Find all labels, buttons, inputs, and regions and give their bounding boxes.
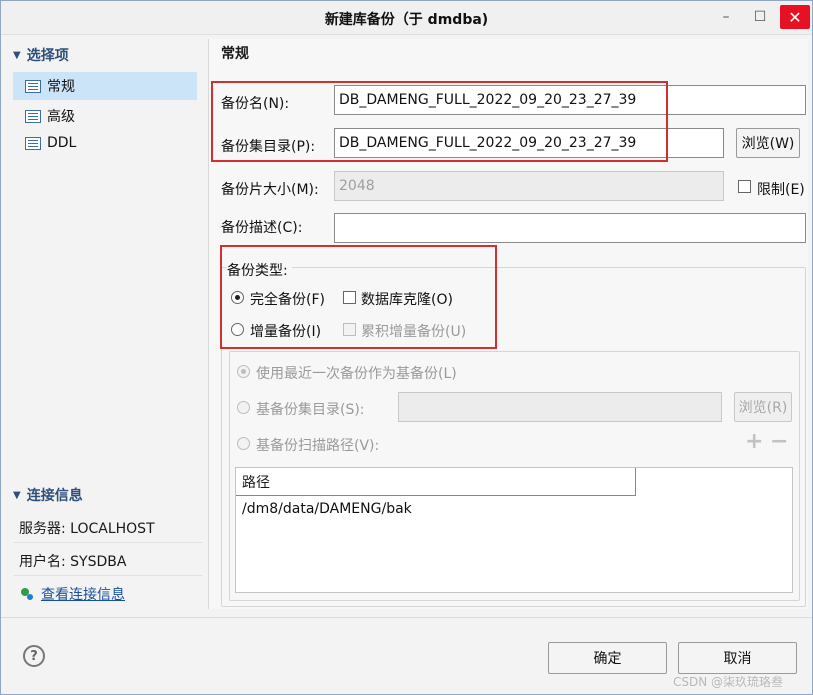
page-icon — [25, 136, 41, 150]
scan-path-radio[interactable] — [237, 437, 250, 450]
highlight-box — [220, 245, 497, 349]
watermark: CSDN @柒玖琉珞叁 — [673, 675, 784, 689]
remove-path-button[interactable]: − — [770, 429, 788, 454]
sidebar-item-label: DDL — [47, 135, 77, 151]
connection-header-label: 连接信息 — [26, 488, 83, 504]
footer-divider — [1, 617, 812, 618]
user-info: 用户名: SYSDBA — [13, 546, 203, 576]
sidebar-item-ddl[interactable]: DDL — [13, 129, 197, 157]
server-info: 服务器: LOCALHOST — [13, 513, 203, 543]
sidebar-item-label: 高级 — [47, 109, 75, 125]
browse-button[interactable]: 浏览(W) — [736, 128, 800, 158]
sidebar: ▼ 选择项 常规 高级 DDL ▼ 连接信息 服务器: LOCALHOST 用户… — [9, 39, 203, 609]
limit-checkbox[interactable] — [738, 180, 751, 193]
base-dir-radio[interactable] — [237, 401, 250, 414]
path-column-header[interactable]: 路径 — [236, 468, 636, 496]
title-bar: 新建库备份（于 dmdba) – ☐ ✕ — [1, 1, 812, 35]
options-header[interactable]: ▼ 选择项 — [13, 43, 69, 67]
base-browse-button[interactable]: 浏览(R) — [734, 392, 792, 422]
minimize-button[interactable]: – — [712, 5, 740, 29]
connection-header[interactable]: ▼ 连接信息 — [13, 483, 83, 507]
sidebar-item-label: 常规 — [47, 79, 75, 95]
view-connection-link[interactable]: 查看连接信息 — [13, 579, 203, 609]
general-panel: 常规 备份名(N): DB_DAMENG_FULL_2022_09_20_23_… — [208, 39, 808, 609]
add-path-button[interactable]: + — [745, 429, 763, 454]
connection-icon — [19, 586, 35, 602]
highlight-box — [211, 81, 668, 162]
ok-button[interactable]: 确定 — [548, 642, 667, 674]
section-title: 常规 — [221, 46, 249, 62]
limit-label: 限制(E) — [757, 182, 805, 198]
cancel-button[interactable]: 取消 — [678, 642, 797, 674]
sidebar-item-advanced[interactable]: 高级 — [13, 102, 197, 130]
base-dir-label: 基备份集目录(S): — [256, 402, 365, 418]
path-table: 路径 /dm8/data/DAMENG/bak — [235, 467, 793, 593]
table-row[interactable]: /dm8/data/DAMENG/bak — [242, 501, 412, 517]
collapse-triangle-icon: ▼ — [13, 489, 21, 501]
dialog-window: 新建库备份（于 dmdba) – ☐ ✕ ▼ 选择项 常规 高级 DDL ▼ 连… — [0, 0, 813, 695]
piece-size-input[interactable]: 2048 — [334, 171, 724, 201]
view-connection-label[interactable]: 查看连接信息 — [41, 584, 125, 604]
sidebar-item-general[interactable]: 常规 — [13, 72, 197, 100]
use-recent-radio[interactable] — [237, 365, 250, 378]
collapse-triangle-icon: ▼ — [13, 49, 21, 61]
help-icon[interactable]: ? — [23, 645, 45, 667]
page-icon — [25, 79, 41, 93]
description-input[interactable] — [334, 213, 806, 243]
maximize-button[interactable]: ☐ — [746, 5, 774, 29]
scan-path-label: 基备份扫描路径(V): — [256, 438, 380, 454]
window-title: 新建库备份（于 dmdba) — [324, 12, 489, 28]
page-icon — [25, 109, 41, 123]
close-button[interactable]: ✕ — [780, 5, 810, 29]
piece-size-label: 备份片大小(M): — [221, 182, 319, 198]
description-label: 备份描述(C): — [221, 220, 303, 236]
options-header-label: 选择项 — [26, 48, 69, 64]
base-dir-input[interactable] — [398, 392, 722, 422]
use-recent-label: 使用最近一次备份作为基备份(L) — [256, 366, 457, 382]
